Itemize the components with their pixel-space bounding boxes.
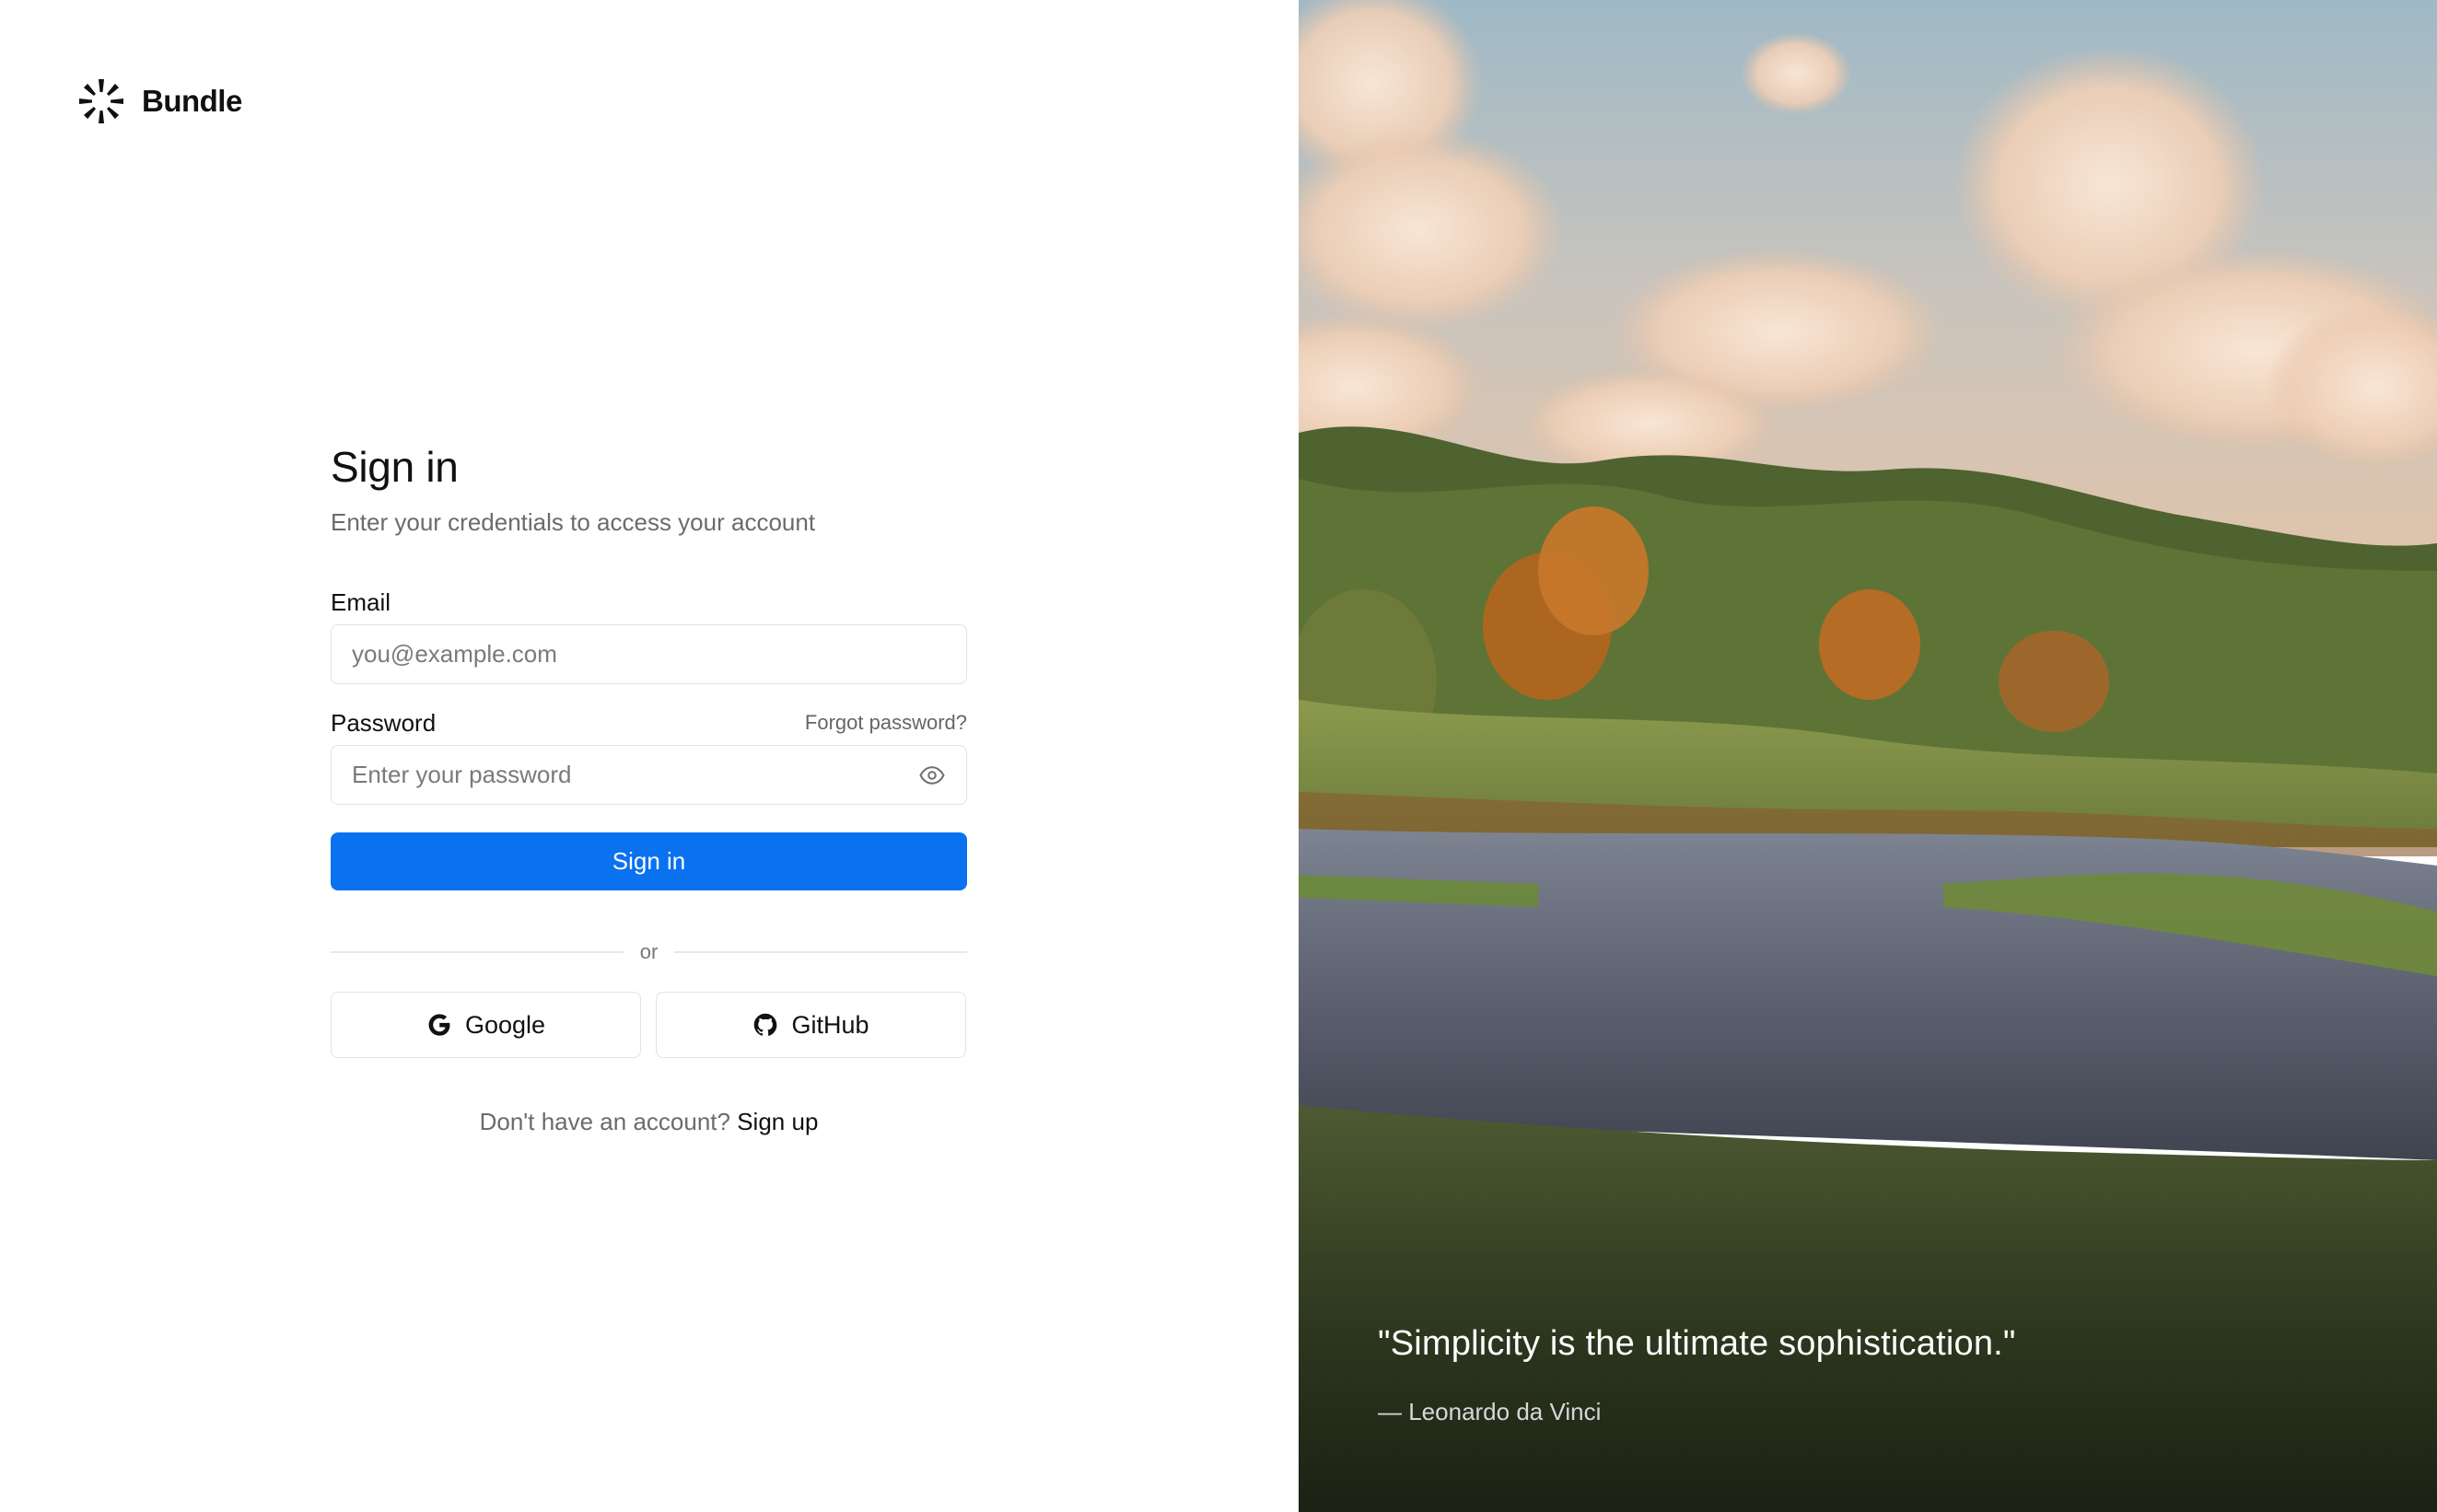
brand-name: Bundle: [142, 84, 242, 118]
email-field[interactable]: [352, 625, 946, 683]
github-button-label: GitHub: [791, 1010, 869, 1039]
google-button-label: Google: [464, 1010, 546, 1039]
hero-quote: "Simplicity is the ultimate sophisticati…: [1378, 1324, 2016, 1363]
password-label-row: Password Forgot password?: [331, 708, 967, 738]
google-sign-in-button[interactable]: Google: [331, 992, 641, 1058]
hero-panel: "Simplicity is the ultimate sophisticati…: [1299, 0, 2437, 1512]
google-icon: [428, 1014, 450, 1036]
github-sign-in-button[interactable]: GitHub: [656, 992, 966, 1058]
password-field-box: [331, 745, 967, 805]
divider-line: [674, 951, 967, 953]
starburst-logo-icon: [79, 79, 123, 123]
page-title: Sign in: [331, 443, 459, 491]
sign-in-button[interactable]: Sign in: [331, 832, 967, 890]
divider-label: or: [639, 940, 659, 963]
page-subtitle: Enter your credentials to access your ac…: [331, 508, 816, 536]
forgot-password-link[interactable]: Forgot password?: [805, 711, 967, 735]
brand[interactable]: Bundle: [77, 77, 242, 125]
signup-prompt-line: Don't have an account? Sign up: [331, 1108, 967, 1136]
social-login: Google GitHub: [331, 992, 967, 1058]
sign-in-page: Bundle Sign in Enter your credentials to…: [0, 0, 2437, 1512]
signup-prompt: Don't have an account?: [479, 1108, 730, 1135]
divider-line: [331, 951, 624, 953]
auth-panel: Bundle Sign in Enter your credentials to…: [0, 0, 1299, 1512]
hero-quote-author: — Leonardo da Vinci: [1378, 1398, 1602, 1425]
email-field-box: [331, 624, 967, 684]
eye-icon[interactable]: [918, 762, 946, 789]
or-divider: or: [331, 940, 967, 964]
password-field[interactable]: [352, 746, 918, 804]
sign-in-form: Sign in Enter your credentials to access…: [331, 440, 967, 1136]
github-icon: [754, 1013, 777, 1036]
password-label: Password: [331, 709, 437, 737]
email-label: Email: [331, 588, 391, 616]
landscape-image: [1299, 0, 2437, 1512]
sign-up-link[interactable]: Sign up: [737, 1108, 818, 1135]
